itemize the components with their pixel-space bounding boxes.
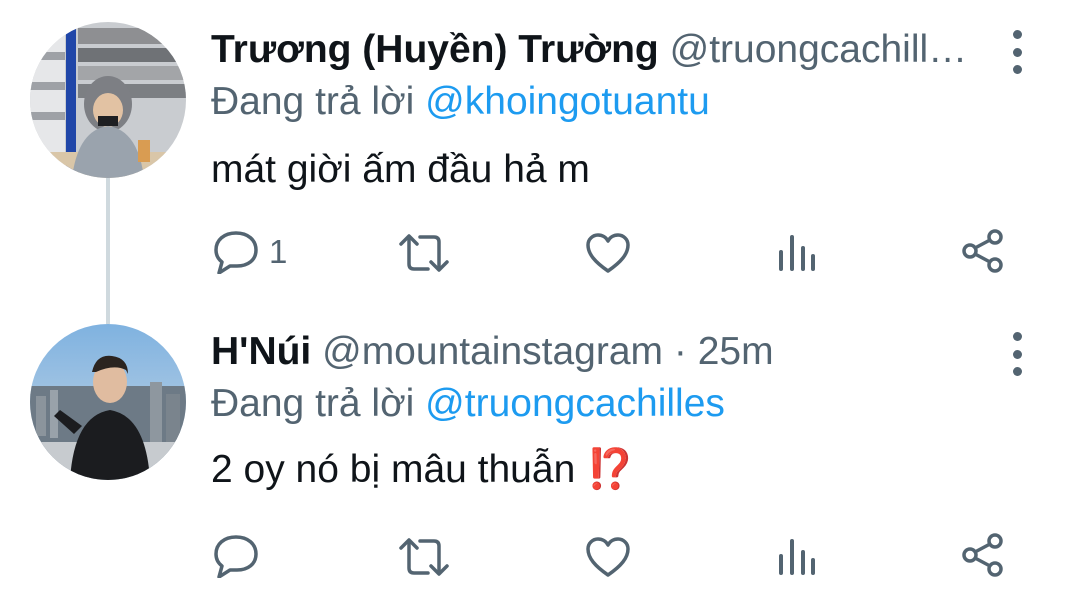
tweet-header: H'Núi @mountainstagram · 25m — [211, 329, 774, 375]
heart-icon — [586, 537, 630, 577]
tweet-actions: 1 — [0, 222, 1080, 282]
reply-button[interactable]: 1 — [213, 230, 287, 274]
like-button[interactable] — [585, 536, 631, 578]
retweet-button[interactable] — [398, 536, 450, 578]
replying-to-label: Đang trả lời — [211, 80, 415, 123]
avatar[interactable] — [30, 22, 186, 178]
share-button[interactable] — [960, 228, 1006, 274]
tweet-text-container: 2 oy nó bị mâu thuẫn ⁉️ — [211, 447, 635, 493]
display-name[interactable]: H'Núi — [211, 330, 311, 373]
share-icon — [962, 229, 1003, 273]
retweet-icon — [399, 538, 449, 576]
replying-to-label: Đang trả lời — [211, 382, 415, 425]
avatar[interactable] — [30, 324, 186, 480]
tweet-time[interactable]: · 25m — [674, 330, 774, 373]
tweet-actions — [0, 526, 1080, 586]
views-button[interactable] — [777, 234, 817, 272]
reply-icon — [214, 231, 258, 274]
tweet-text: 2 oy nó bị mâu thuẫn — [211, 448, 576, 491]
user-handle[interactable]: @mountainstagram — [322, 330, 663, 373]
reply-count: 1 — [269, 233, 288, 270]
more-vertical-icon[interactable] — [1000, 332, 1034, 376]
mention-link[interactable]: @khoingotuantu — [425, 80, 710, 123]
replying-to: Đang trả lời @khoingotuantu — [211, 79, 710, 125]
tweet-header: Trương (Huyền) Trường @truongcachill… — [211, 27, 967, 73]
user-handle[interactable]: @truongcachill… — [670, 28, 968, 71]
bar-chart-icon — [779, 539, 815, 575]
reply-icon — [214, 535, 258, 578]
like-button[interactable] — [585, 232, 631, 274]
share-icon — [962, 533, 1003, 577]
retweet-button[interactable] — [398, 232, 450, 274]
replying-to: Đang trả lời @truongcachilles — [211, 381, 725, 427]
bar-chart-icon — [779, 235, 815, 271]
views-button[interactable] — [777, 538, 817, 576]
share-button[interactable] — [960, 532, 1006, 578]
heart-icon — [586, 233, 630, 273]
tweet-text: mát giời ấm đầu hả m — [211, 148, 590, 191]
mention-link[interactable]: @truongcachilles — [425, 382, 725, 425]
exclamation-question-emoji: ⁉️ — [586, 448, 635, 491]
reply-button[interactable] — [213, 534, 259, 578]
display-name[interactable]: Trương (Huyền) Trường — [211, 28, 659, 71]
more-vertical-icon[interactable] — [1000, 30, 1034, 74]
retweet-icon — [399, 234, 449, 272]
